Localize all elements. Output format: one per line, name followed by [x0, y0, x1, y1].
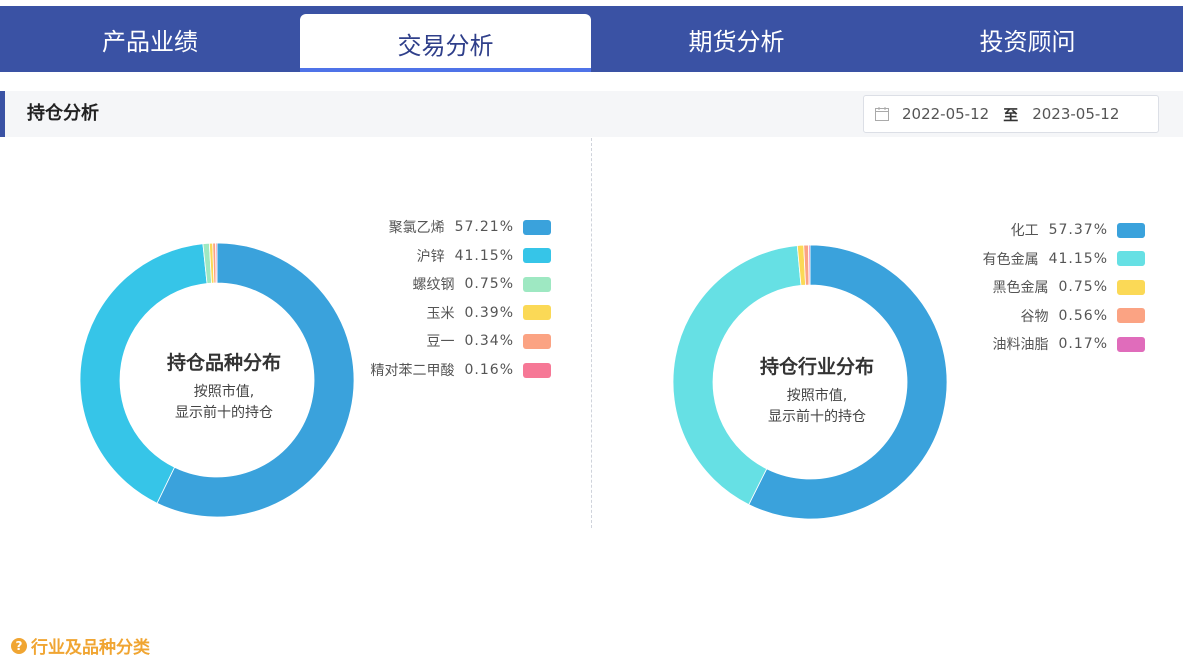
legend-percent: 0.56%: [1058, 307, 1108, 324]
chart1-slice-5[interactable]: [215, 242, 218, 284]
chart1-center-title: 持仓品种分布: [166, 352, 281, 374]
legend-percent: 0.17%: [1058, 336, 1108, 353]
legend-percent: 41.15%: [454, 247, 514, 264]
legend-swatch: [1117, 251, 1145, 267]
chart2-center-subtitle: 按照市值, 显示前十的持仓: [717, 386, 917, 428]
legend-label: 谷物: [1020, 308, 1049, 325]
chart2-subtitle-line2: 显示前十的持仓: [768, 409, 866, 425]
chart1-center-subtitle: 按照市值, 显示前十的持仓: [124, 382, 324, 424]
donut-charts: [79, 242, 948, 520]
legend-label: 玉米: [426, 305, 455, 322]
industry-classification-label: 行业及品种分类: [31, 638, 150, 658]
chart2-legend-item[interactable]: 有色金属 41.15%: [983, 249, 1145, 269]
legend-label: 沪锌: [416, 248, 445, 265]
chart2-legend-item[interactable]: 谷物 0.56%: [1021, 306, 1145, 326]
legend-swatch: [1117, 279, 1145, 295]
legend-label: 精对苯二甲酸: [370, 363, 455, 379]
chart2-slice-4[interactable]: [808, 244, 811, 286]
legend-label: 化工: [1010, 223, 1039, 239]
chart2-center-title: 持仓行业分布: [759, 356, 874, 378]
legend-swatch: [523, 219, 551, 235]
chart1-subtitle-line1: 按照市值,: [193, 384, 255, 400]
legend-swatch: [523, 333, 551, 349]
chart1-legend-item[interactable]: 沪锌 41.15%: [417, 246, 551, 266]
legend-percent: 0.75%: [464, 276, 514, 293]
legend-label: 有色金属: [982, 251, 1039, 268]
chart2-subtitle-line1: 按照市值,: [786, 388, 848, 404]
legend-swatch: [1117, 308, 1145, 324]
legend-percent: 57.21%: [454, 219, 514, 235]
legend-label: 螺纹钢: [412, 277, 455, 294]
legend-percent: 41.15%: [1048, 250, 1108, 267]
legend-percent: 0.16%: [464, 362, 514, 378]
legend-swatch: [1117, 336, 1145, 352]
legend-label: 豆一: [426, 334, 455, 351]
legend-swatch: [523, 305, 551, 321]
legend-label: 油料油脂: [992, 337, 1049, 354]
legend-label: 聚氯乙烯: [388, 220, 445, 236]
chart1-legend-item[interactable]: 聚氯乙烯 57.21%: [389, 217, 551, 237]
legend-percent: 0.39%: [464, 304, 514, 321]
legend-percent: 0.34%: [464, 333, 514, 350]
question-circle-icon: ?: [11, 637, 27, 654]
chart2-legend-item[interactable]: 油料油脂 0.17%: [993, 334, 1145, 354]
chart1-legend-item[interactable]: 精对苯二甲酸 0.16%: [371, 360, 551, 380]
legend-percent: 57.37%: [1048, 222, 1108, 238]
chart2-legend-item[interactable]: 化工 57.37%: [1011, 220, 1145, 240]
chart1-legend-item[interactable]: 螺纹钢 0.75%: [413, 274, 551, 294]
legend-swatch: [1117, 222, 1145, 238]
industry-classification-link[interactable]: ? 行业及品种分类: [11, 633, 150, 658]
chart1-subtitle-line2: 显示前十的持仓: [175, 405, 273, 421]
legend-swatch: [523, 362, 551, 378]
chart2-legend-item[interactable]: 黑色金属 0.75%: [993, 277, 1145, 297]
legend-swatch: [523, 248, 551, 264]
chart1-legend-item[interactable]: 豆一 0.34%: [427, 331, 551, 351]
legend-percent: 0.75%: [1058, 279, 1108, 296]
legend-label: 黑色金属: [992, 280, 1049, 297]
legend-swatch: [523, 276, 551, 292]
chart1-legend-item[interactable]: 玉米 0.39%: [427, 303, 551, 323]
